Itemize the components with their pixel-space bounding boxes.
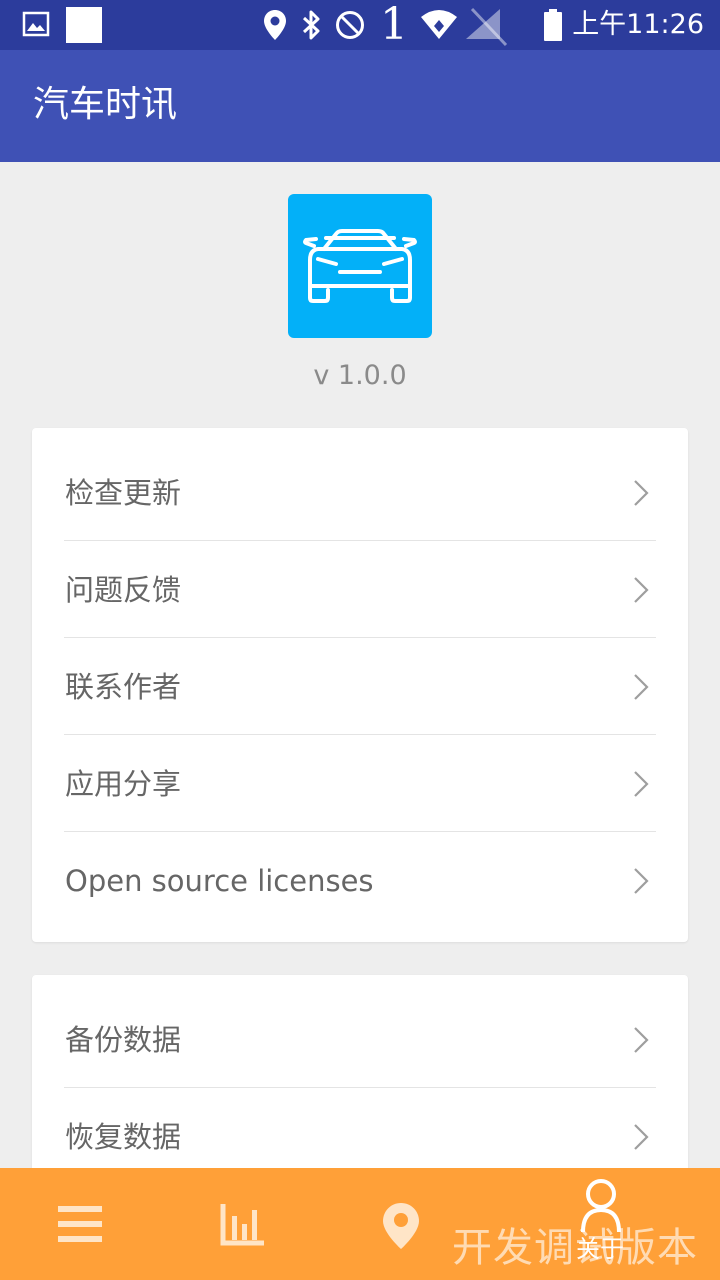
car-icon (303, 229, 417, 303)
menu-icon (58, 1206, 102, 1242)
chevron-right-icon (634, 1123, 649, 1150)
menu-item-feedback[interactable]: 问题反馈 (32, 541, 688, 638)
chevron-right-icon (634, 576, 649, 603)
location-icon (383, 1203, 419, 1249)
gallery-icon (22, 11, 50, 37)
status-bar: 1 上午11:26 (0, 0, 720, 50)
menu-item-contact-author[interactable]: 联系作者 (32, 638, 688, 735)
notification-square-icon (66, 7, 102, 43)
chevron-right-icon (634, 673, 649, 700)
app-version: v 1.0.0 (313, 360, 407, 391)
bar-chart-icon (220, 1204, 264, 1246)
menu-item-label: 检查更新 (65, 475, 182, 510)
nav-tab-menu[interactable] (0, 1168, 160, 1280)
menu-item-label: 恢复数据 (65, 1119, 182, 1154)
menu-item-label: 应用分享 (65, 766, 182, 801)
debug-watermark: 开发调试版本 (452, 1225, 698, 1271)
menu-item-label: 备份数据 (65, 1022, 182, 1057)
chevron-right-icon (634, 867, 649, 894)
menu-item-label: Open source licenses (65, 863, 374, 898)
settings-card-general: 检查更新 问题反馈 联系作者 应用分享 Open source licenses (32, 428, 688, 942)
nav-tab-chart[interactable] (160, 1168, 320, 1280)
chevron-right-icon (634, 479, 649, 506)
page-title: 汽车时讯 (33, 84, 178, 125)
app-toolbar: 汽车时讯 (0, 50, 720, 162)
no-signal-icon (466, 7, 508, 47)
app-logo (288, 194, 432, 338)
status-clock: 上午11:26 (572, 9, 704, 40)
chevron-right-icon (634, 770, 649, 797)
menu-item-open-source-licenses[interactable]: Open source licenses (32, 832, 688, 929)
wifi-icon (421, 10, 457, 39)
menu-item-backup-data[interactable]: 备份数据 (32, 991, 688, 1088)
do-not-disturb-icon (336, 11, 364, 39)
menu-item-label: 问题反馈 (65, 572, 182, 607)
chevron-right-icon (634, 1026, 649, 1053)
battery-icon (544, 9, 562, 41)
menu-item-label: 联系作者 (65, 669, 182, 704)
location-icon (264, 10, 286, 40)
menu-item-share-app[interactable]: 应用分享 (32, 735, 688, 832)
menu-item-check-update[interactable]: 检查更新 (32, 444, 688, 541)
signal-digit: 1 (380, 0, 408, 50)
bluetooth-icon (302, 10, 320, 40)
